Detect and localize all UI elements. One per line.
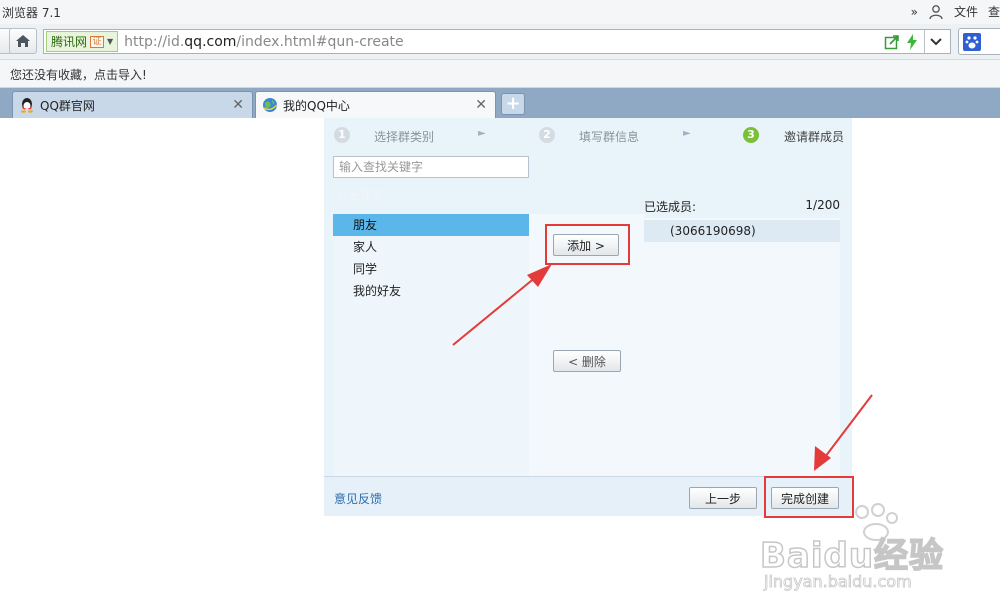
annotation-arrow-icon (452, 264, 552, 346)
annotation-arrow-icon (814, 394, 873, 471)
watermark-url: jingyan.baidu.com (764, 572, 912, 592)
baidu-watermark: Baidu经验 jingyan.baidu.com (759, 502, 1000, 602)
watermark-brand: Baidu经验 (759, 535, 945, 577)
